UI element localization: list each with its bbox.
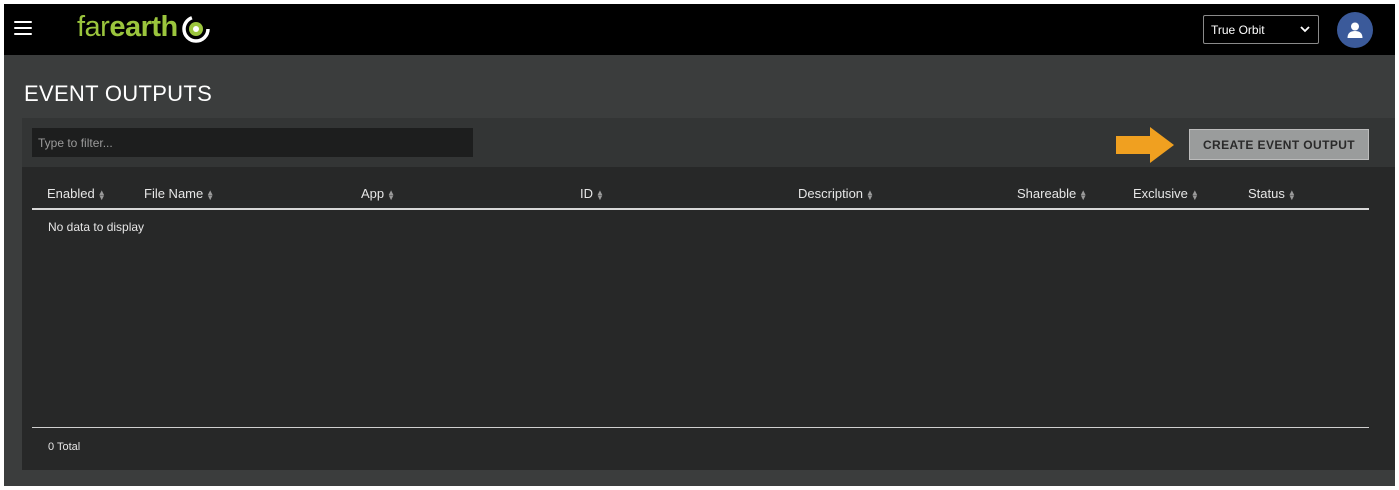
top-bar: far earth True Orbit [4, 4, 1395, 55]
sort-icon: ▲ ▼ [596, 187, 604, 202]
total-count: 0 Total [48, 441, 81, 453]
filter-input[interactable] [32, 128, 473, 157]
sort-icon: ▲ ▼ [97, 187, 106, 202]
column-label: App [361, 186, 385, 201]
hamburger-menu-icon[interactable] [14, 21, 32, 37]
table-header: Enabled ▲ ▼ File Name ▲ ▼ App ▲ ▼ ID ▲ ▼ Descrip… [32, 177, 1369, 210]
logo-text-light: far [77, 10, 110, 43]
chevron-down-icon [1300, 26, 1310, 33]
column-header-enabled[interactable]: Enabled ▲ ▼ [47, 186, 106, 201]
sort-icon: ▲ ▼ [866, 187, 874, 202]
user-icon [1347, 22, 1363, 38]
column-label: Status [1248, 186, 1285, 201]
orbit-select-value: True Orbit [1211, 22, 1265, 37]
sort-icon: ▲ ▼ [206, 187, 215, 202]
column-header-description[interactable]: Description ▲ ▼ [798, 186, 874, 201]
sort-icon: ▲ ▼ [1287, 187, 1296, 202]
orbit-select[interactable]: True Orbit [1203, 15, 1319, 44]
sort-icon: ▲ ▼ [1190, 187, 1199, 202]
column-header-shareable[interactable]: Shareable ▲ ▼ [1017, 186, 1087, 201]
event-outputs-panel: CREATE EVENT OUTPUT Enabled▲▼ File Name▲… [22, 118, 1395, 470]
logo-orbit-icon [182, 15, 210, 43]
column-header-id[interactable]: ID ▲ ▼ [580, 186, 604, 201]
farearth-logo[interactable]: far earth [77, 9, 211, 45]
column-header-status[interactable]: Status ▲ ▼ [1248, 186, 1296, 201]
column-header-file-name[interactable]: File Name ▲ ▼ [144, 186, 214, 201]
column-label: Enabled [47, 186, 95, 201]
app-window: far earth True Orbit EVENT OUTPUTS Type … [4, 4, 1395, 486]
column-label: Shareable [1017, 186, 1077, 201]
user-avatar-button[interactable] [1337, 12, 1373, 48]
logo-text-bold: earth [109, 10, 178, 43]
sort-icon: ▲ ▼ [1079, 187, 1088, 202]
table-footer-divider [32, 427, 1369, 428]
column-label: File Name [144, 186, 204, 201]
column-label: ID [580, 186, 593, 201]
page-title: EVENT OUTPUTS [24, 81, 213, 106]
column-label: Exclusive [1133, 186, 1188, 201]
sort-icon: ▲ ▼ [387, 187, 396, 202]
create-event-output-button[interactable]: CREATE EVENT OUTPUT [1189, 129, 1369, 160]
empty-table-message: No data to display [48, 220, 145, 234]
column-header-app[interactable]: App ▲ ▼ [361, 186, 395, 201]
table-toolbar: CREATE EVENT OUTPUT [22, 118, 1395, 167]
arrow-right-icon [1116, 127, 1174, 163]
column-header-exclusive[interactable]: Exclusive ▲ ▼ [1133, 186, 1199, 201]
column-label: Description [798, 186, 864, 201]
